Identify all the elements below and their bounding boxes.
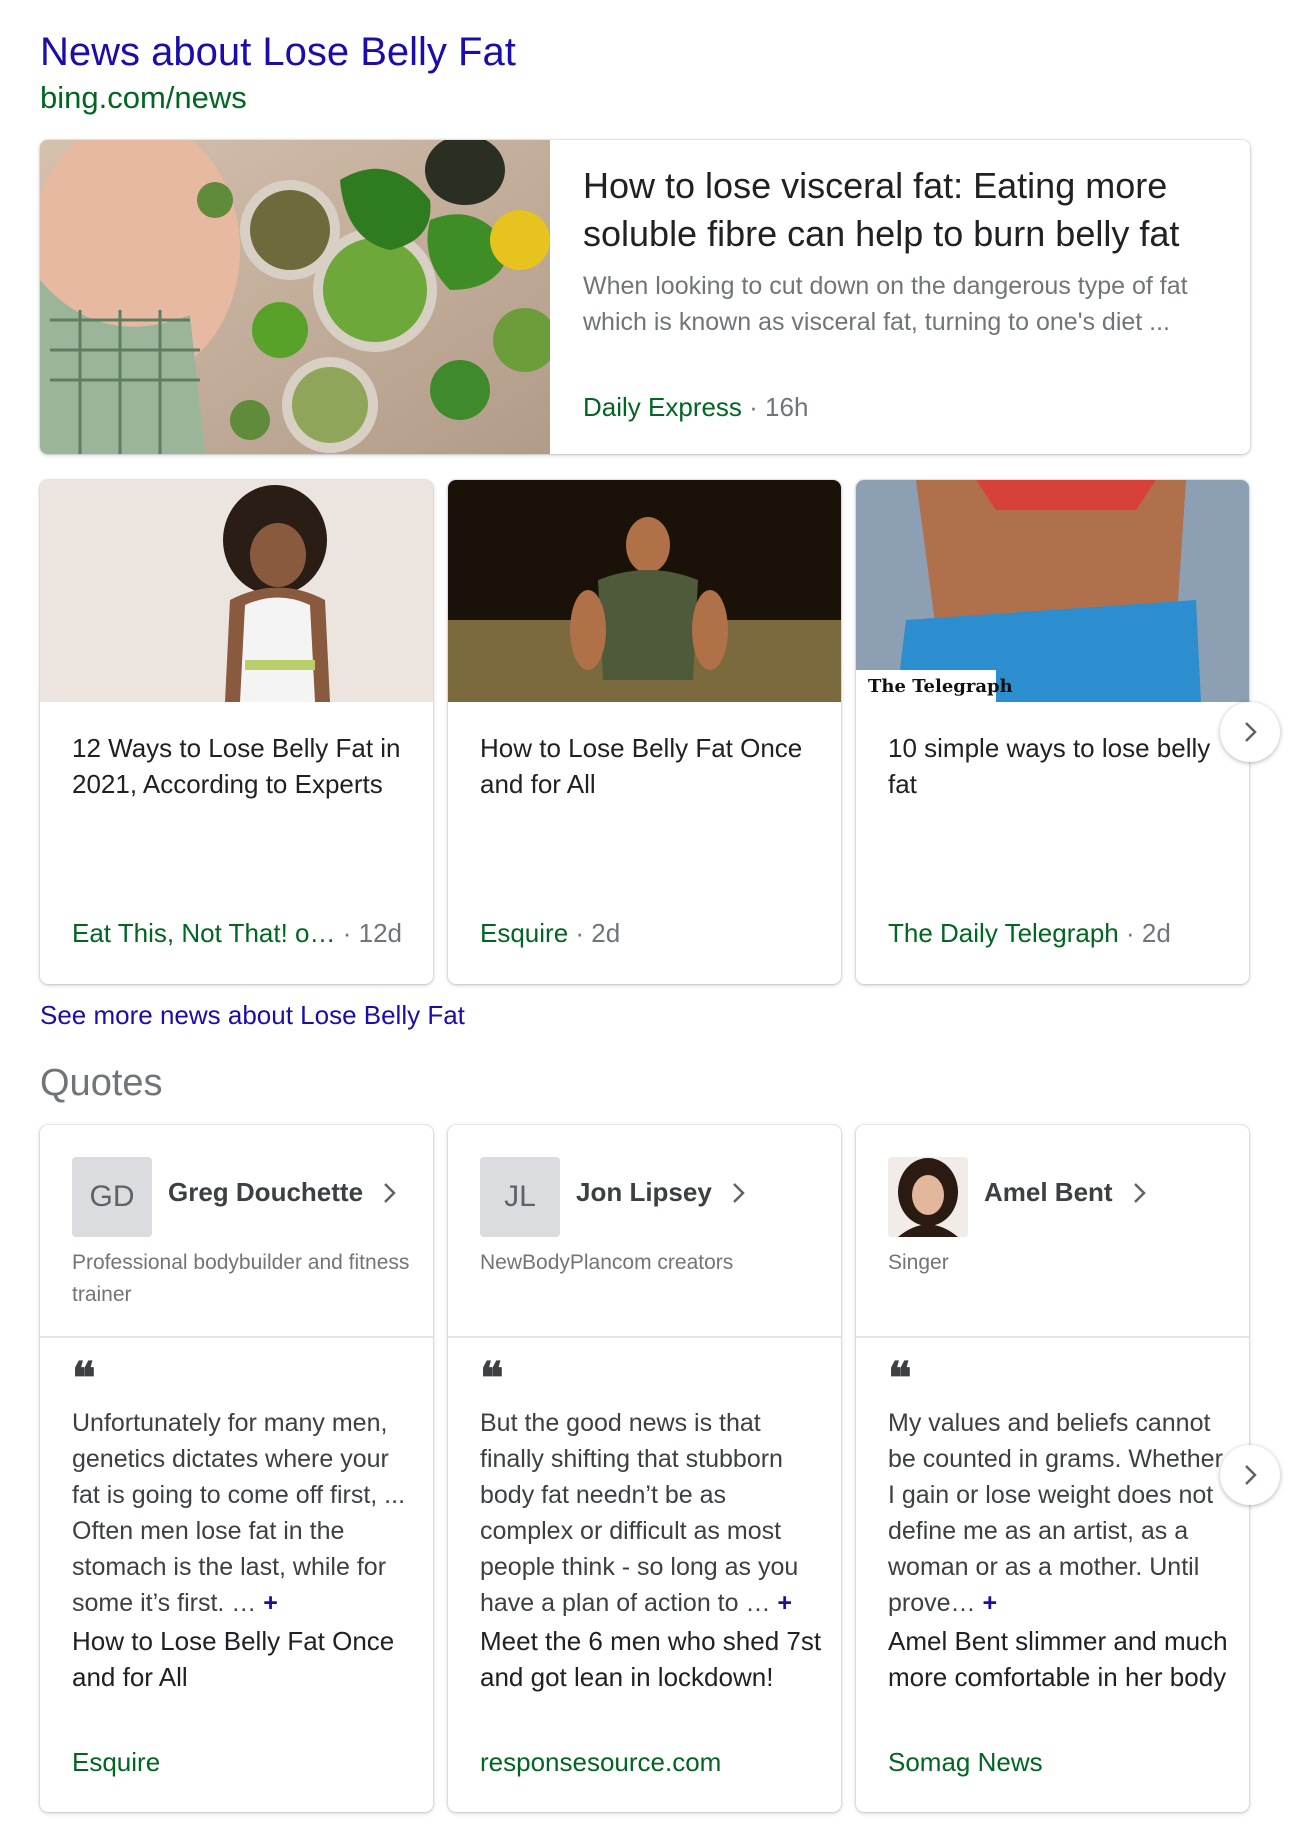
news-card-title[interactable]: How to Lose Belly Fat Once and for All (480, 730, 820, 802)
top-story-title[interactable]: How to lose visceral fat: Eating more so… (583, 162, 1223, 258)
news-card-image (448, 480, 841, 702)
news-card-image: The Telegraph (856, 480, 1249, 702)
quote-text: But the good news is that finally shifti… (480, 1409, 799, 1617)
quote-source[interactable]: responsesource.com (480, 1747, 721, 1778)
meta-separator: · (1118, 918, 1142, 948)
news-section-title[interactable]: News about Lose Belly Fat (40, 30, 516, 74)
news-card-source: The Daily Telegraph (888, 918, 1119, 948)
quote-person-link[interactable]: Amel Bent (984, 1177, 1147, 1208)
news-card[interactable]: The Telegraph 10 simple ways to lose bel… (856, 480, 1249, 984)
quote-person-name: Greg Douchette (168, 1177, 364, 1207)
quote-person-name: Jon Lipsey (576, 1177, 712, 1207)
quote-article-link[interactable]: How to Lose Belly Fat Once and for All (72, 1623, 417, 1695)
news-card-meta: The Daily Telegraph · 2d (888, 918, 1238, 949)
quote-person-link[interactable]: Greg Douchette (168, 1177, 397, 1208)
quote-source[interactable]: Esquire (72, 1747, 160, 1778)
chevron-right-icon (384, 1182, 396, 1203)
quote-text: Unfortunately for many men, genetics dic… (72, 1409, 406, 1617)
quote-person-header[interactable]: GD Greg Douchette Professional bodybuild… (40, 1125, 433, 1338)
plus-icon[interactable]: + (777, 1589, 792, 1617)
news-card-title[interactable]: 12 Ways to Lose Belly Fat in 2021, Accor… (72, 730, 412, 802)
quote-card: JL Jon Lipsey NewBodyPlancom creators ❝ … (448, 1125, 841, 1812)
quotes-heading: Quotes (40, 1062, 163, 1104)
plus-icon[interactable]: + (263, 1589, 278, 1617)
top-story-card[interactable]: How to lose visceral fat: Eating more so… (40, 140, 1250, 454)
meta-separator: · (741, 392, 766, 422)
news-card-meta: Esquire · 2d (480, 918, 830, 949)
news-card-title[interactable]: 10 simple ways to lose belly fat (888, 730, 1228, 802)
quote-article-link[interactable]: Meet the 6 men who shed 7st and got lean… (480, 1623, 825, 1695)
avatar (888, 1157, 968, 1237)
news-card-age: 12d (358, 918, 402, 948)
quotes-carousel-next-button[interactable] (1220, 1445, 1280, 1505)
news-card-source: Esquire (480, 918, 569, 948)
top-story-source: Daily Express (583, 392, 742, 422)
meta-separator: · (335, 918, 359, 948)
news-card-meta: Eat This, Not That! o… · 12d (72, 918, 422, 949)
telegraph-logo: The Telegraph (868, 676, 1013, 697)
chevron-right-icon (732, 1182, 745, 1203)
quote-article-link[interactable]: Amel Bent slimmer and much more comforta… (888, 1623, 1233, 1695)
quote-mark-icon: ❝ (72, 1353, 96, 1404)
avatar: GD (72, 1157, 152, 1237)
news-card[interactable]: 12 Ways to Lose Belly Fat in 2021, Accor… (40, 480, 433, 984)
news-carousel-next-button[interactable] (1220, 702, 1280, 762)
quote-person-description: Professional bodybuilder and fitness tra… (72, 1251, 410, 1306)
see-more-news-link[interactable]: See more news about Lose Belly Fat (40, 1000, 465, 1031)
quote-source[interactable]: Somag News (888, 1747, 1043, 1778)
quote-card: Amel Bent Singer ❝ My values and beliefs… (856, 1125, 1249, 1812)
top-story-age: 16h (765, 392, 809, 422)
top-story-meta: Daily Express · 16h (583, 392, 808, 423)
news-card-age: 2d (591, 918, 621, 948)
news-card[interactable]: How to Lose Belly Fat Once and for All E… (448, 480, 841, 984)
quote-person-header[interactable]: Amel Bent Singer (856, 1125, 1249, 1338)
plus-icon[interactable]: + (983, 1589, 998, 1617)
news-card-image (40, 480, 433, 702)
avatar: JL (480, 1157, 560, 1237)
chevron-right-icon (1245, 722, 1257, 742)
top-story-snippet: When looking to cut down on the dangerou… (583, 272, 1188, 336)
chevron-right-icon (1245, 1465, 1257, 1485)
quote-mark-icon: ❝ (888, 1353, 912, 1404)
meta-separator: · (568, 918, 592, 948)
quote-text: My values and beliefs cannot be counted … (888, 1409, 1223, 1617)
quote-card: GD Greg Douchette Professional bodybuild… (40, 1125, 433, 1812)
quote-mark-icon: ❝ (480, 1353, 504, 1404)
quote-person-header[interactable]: JL Jon Lipsey NewBodyPlancom creators (448, 1125, 841, 1338)
quote-person-description: NewBodyPlancom creators (480, 1251, 734, 1274)
quote-person-link[interactable]: Jon Lipsey (576, 1177, 746, 1208)
quote-person-name: Amel Bent (984, 1177, 1113, 1207)
chevron-right-icon (1133, 1182, 1146, 1203)
news-source-url: bing.com/news (40, 80, 247, 115)
quote-person-description: Singer (888, 1251, 949, 1274)
top-story-image (40, 140, 550, 454)
news-card-age: 2d (1141, 918, 1171, 948)
news-card-source: Eat This, Not That! o… (72, 918, 336, 948)
